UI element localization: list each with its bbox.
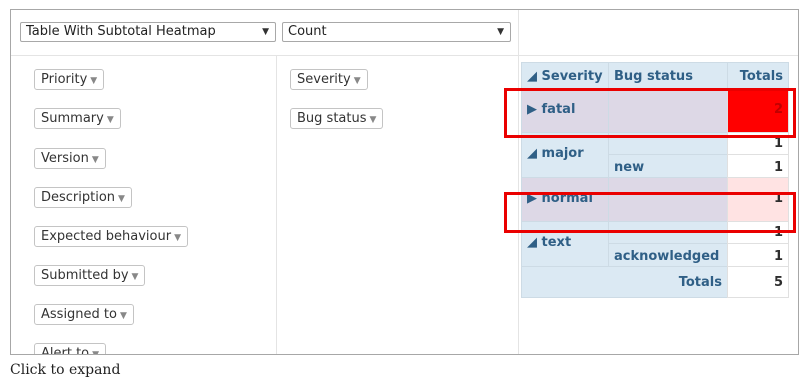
filter-triangle-icon[interactable]: ▼ (174, 233, 181, 243)
row-empty-cell (608, 177, 728, 222)
pivot-table: ◢ Severity Bug status Totals ▶ fatal 2 ◢… (521, 62, 789, 330)
attribute-label: Summary (41, 111, 104, 126)
attribute-label: Bug status (297, 111, 367, 126)
row-value-fatal: 2 (727, 88, 789, 133)
renderer-select-label: Table With Subtotal Heatmap (26, 24, 216, 39)
attribute-pill-assigned-to[interactable]: Assigned to ▼ (34, 304, 134, 325)
attribute-label: Expected behaviour (41, 229, 172, 244)
dropdown-arrow-icon: ▼ (262, 27, 269, 37)
pivot-controls-row: Table With Subtotal Heatmap ▼ Count ▼ (11, 10, 798, 56)
filter-triangle-icon[interactable]: ▼ (92, 155, 99, 165)
attribute-pill-submitted-by[interactable]: Submitted by ▼ (34, 265, 146, 286)
row-label-text[interactable]: ◢ text (521, 221, 609, 267)
row-empty-cell (608, 132, 728, 155)
row-label-major[interactable]: ◢ major (521, 132, 609, 178)
sub-row-label-new: new (608, 154, 728, 178)
attribute-label: Assigned to (41, 307, 117, 322)
attribute-pill-summary[interactable]: Summary ▼ (34, 108, 121, 129)
header-totals: Totals (727, 62, 789, 89)
pivot-table-widget: Table With Subtotal Heatmap ▼ Count ▼ Pr… (10, 9, 799, 355)
row-empty-cell (608, 88, 728, 133)
filter-triangle-icon[interactable]: ▼ (370, 115, 377, 125)
aggregator-select[interactable]: Count ▼ (282, 22, 511, 42)
attribute-pill-version[interactable]: Version ▼ (34, 148, 106, 169)
attribute-pill-description[interactable]: Description ▼ (34, 187, 132, 208)
column-divider (276, 55, 277, 354)
attribute-pill-expected-behaviour[interactable]: Expected behaviour ▼ (34, 226, 189, 247)
filter-triangle-icon[interactable]: ▼ (107, 115, 114, 125)
row-attribute-pill-bug-status[interactable]: Bug status ▼ (290, 108, 384, 129)
row-value-normal: 1 (727, 177, 789, 222)
row-label-normal[interactable]: ▶ normal (521, 177, 609, 222)
attribute-label: Alert to (41, 346, 90, 355)
column-divider (518, 10, 519, 55)
attribute-pill-alert-to[interactable]: Alert to ▼ (34, 343, 107, 355)
sub-row-label-acknowledged: acknowledged (608, 243, 728, 267)
row-empty-cell (608, 221, 728, 244)
sub-row-value-acknowledged: 1 (727, 243, 789, 267)
dropdown-arrow-icon: ▼ (497, 27, 504, 37)
expand-caption[interactable]: Click to expand (10, 362, 120, 378)
column-divider (518, 55, 519, 354)
grand-total-label: Totals (521, 266, 728, 298)
header-severity[interactable]: ◢ Severity (521, 62, 609, 89)
filter-triangle-icon[interactable]: ▼ (120, 311, 127, 321)
grand-total-value: 5 (727, 266, 789, 298)
attribute-label: Severity (297, 72, 351, 87)
row-label-fatal[interactable]: ▶ fatal (521, 88, 609, 133)
filter-triangle-icon[interactable]: ▼ (118, 194, 125, 204)
filter-triangle-icon[interactable]: ▼ (92, 350, 99, 354)
aggregator-select-label: Count (288, 24, 327, 39)
row-value-text: 1 (727, 221, 789, 244)
row-value-major: 1 (727, 132, 789, 155)
header-bug-status: Bug status (608, 62, 728, 89)
renderer-select[interactable]: Table With Subtotal Heatmap ▼ (20, 22, 276, 42)
attribute-label: Description (41, 190, 116, 205)
attribute-pill-priority[interactable]: Priority ▼ (34, 69, 105, 90)
row-attribute-pill-severity[interactable]: Severity ▼ (290, 69, 368, 90)
attribute-label: Version (41, 151, 89, 166)
filter-triangle-icon[interactable]: ▼ (90, 76, 97, 86)
attribute-label: Submitted by (41, 268, 129, 283)
attribute-label: Priority (41, 72, 88, 87)
sub-row-value-new: 1 (727, 154, 789, 178)
filter-triangle-icon[interactable]: ▼ (132, 272, 139, 282)
filter-triangle-icon[interactable]: ▼ (354, 76, 361, 86)
